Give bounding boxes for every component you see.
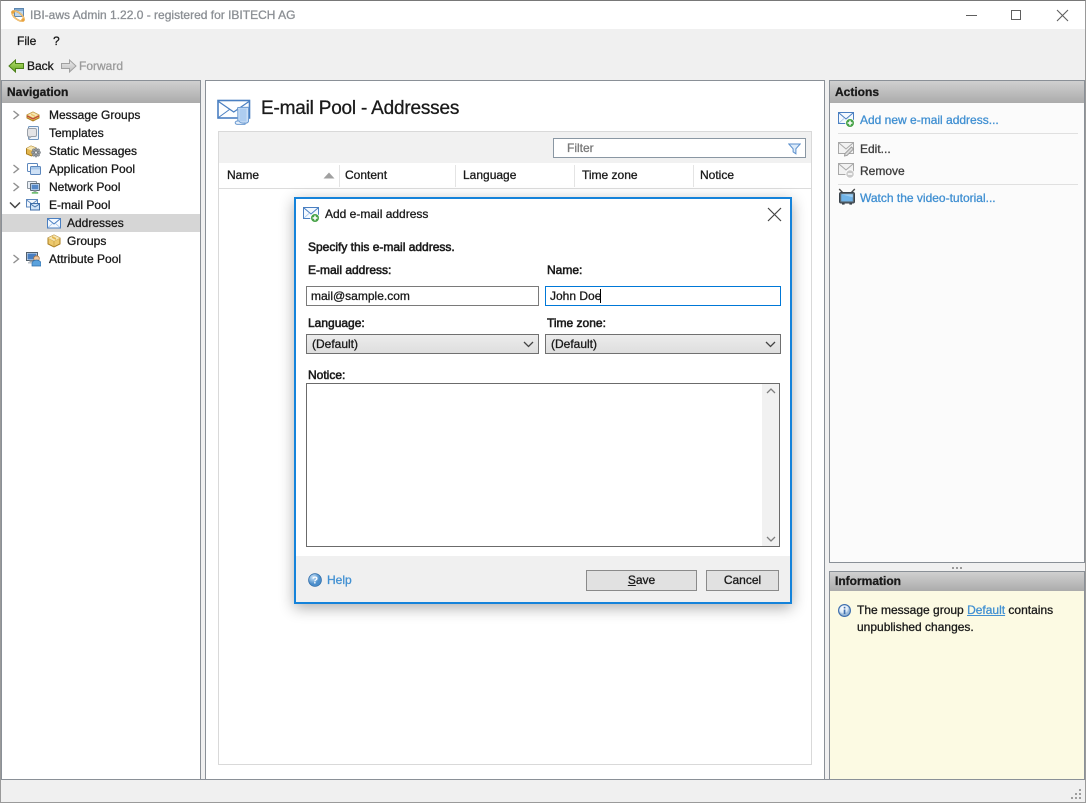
svg-text:?: ? <box>312 576 318 587</box>
